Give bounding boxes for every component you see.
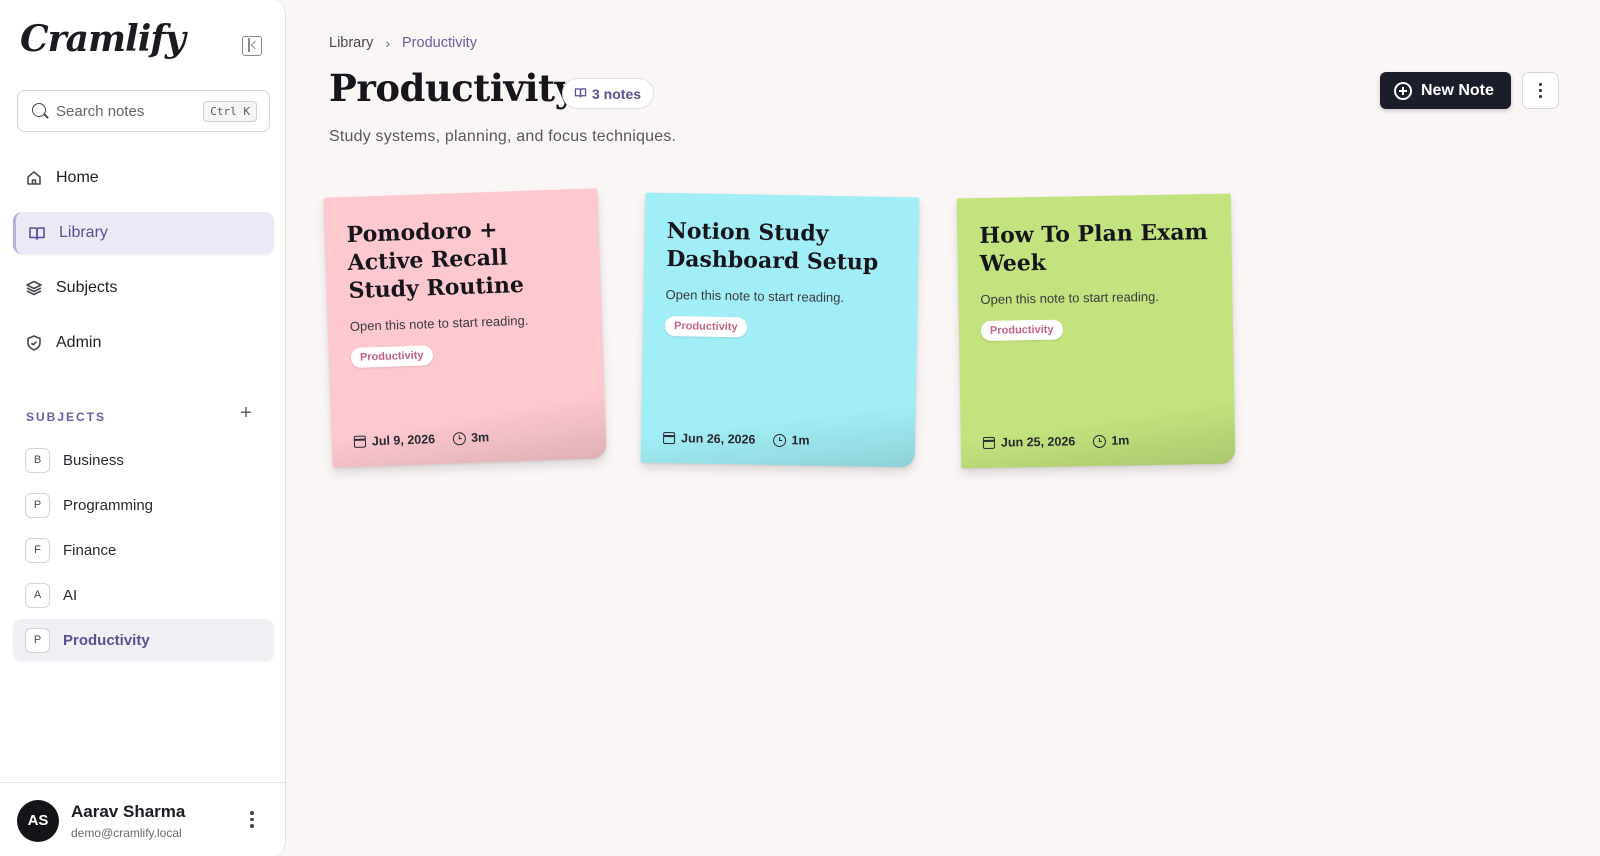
page-title: Productivity [329,66,576,110]
page-subtitle: Study systems, planning, and focus techn… [329,128,677,145]
plus-circle-icon [1394,81,1412,100]
subject-label: Programming [63,496,154,514]
subject-label: Finance [63,541,117,559]
note-date: Jun 25, 2026 [1000,434,1076,450]
book-open-icon [574,86,587,102]
subject-initial-badge: P [25,627,50,653]
note-tag[interactable]: Productivity [350,345,433,368]
app-logo[interactable]: Cramlify [20,18,186,60]
clock-icon [1093,434,1107,448]
search-box[interactable]: Ctrl K [17,90,270,132]
note-meta: Jul 9, 2026 3m [353,430,508,449]
nav-item-subjects[interactable]: Subjects [13,267,274,309]
new-note-label: New Note [1421,81,1494,99]
note-excerpt: Open this note to start reading. [665,286,845,306]
chevron-right-icon: › [385,35,390,51]
subject-label: AI [63,586,78,604]
search-icon [32,103,46,117]
subject-initial-badge: P [25,492,50,518]
note-meta: Jun 25, 2026 1m [982,433,1148,450]
search-shortcut-hint: Ctrl K [203,101,257,122]
subject-item-productivity[interactable]: P Productivity [13,619,274,661]
nav-item-home[interactable]: Home [13,157,274,199]
breadcrumb: Library › Productivity [329,35,477,51]
nav-item-label: Subjects [56,279,118,296]
note-card-exam-week[interactable]: How To Plan Exam Week Open this note to … [956,193,1236,469]
note-excerpt: Open this note to start reading. [349,312,529,335]
note-read-time: 1m [791,433,810,448]
subject-initial-badge: A [25,582,50,608]
subject-initial-badge: F [25,537,50,563]
subject-item-programming[interactable]: P Programming [13,484,274,526]
user-footer: AS Aarav Sharma demo@cramlify.local [0,782,285,856]
subject-label: Business [63,451,124,469]
note-tag[interactable]: Productivity [980,319,1063,342]
nav-item-label: Library [59,224,108,241]
breadcrumb-library-link[interactable]: Library [329,35,373,51]
shield-icon [25,334,43,352]
note-count-badge: 3 notes [562,78,655,109]
note-tag[interactable]: Productivity [664,315,747,338]
note-card-pomodoro[interactable]: Pomodoro + Active Recall Study Routine O… [323,188,607,468]
clock-icon [452,431,467,445]
calendar-icon [662,431,676,445]
nav-item-library[interactable]: Library [13,212,274,254]
calendar-icon [982,436,996,449]
nav-item-label: Home [56,169,99,186]
note-date: Jun 26, 2026 [680,431,756,447]
note-date: Jul 9, 2026 [371,432,436,449]
note-title: Notion Study Dashboard Setup [665,218,879,276]
user-menu-more-icon[interactable] [244,811,260,831]
search-input[interactable] [56,101,206,121]
subject-item-business[interactable]: B Business [13,439,274,481]
note-card-notion[interactable]: Notion Study Dashboard Setup Open this n… [640,192,920,468]
clock-icon [773,433,787,447]
subject-initial-badge: B [25,447,50,473]
nav-item-admin[interactable]: Admin [13,322,274,364]
note-excerpt: Open this note to start reading. [980,288,1160,308]
note-read-time: 3m [470,430,490,445]
collapse-sidebar-icon[interactable] [242,36,262,56]
note-count-label: 3 notes [592,85,642,102]
avatar[interactable]: AS [17,800,59,842]
user-email: demo@cramlify.local [71,826,182,840]
subject-item-ai[interactable]: A AI [13,574,274,616]
home-icon [25,169,43,187]
more-options-icon[interactable] [1522,72,1559,109]
user-name: Aarav Sharma [71,802,186,821]
breadcrumb-current: Productivity [402,35,477,51]
subject-item-finance[interactable]: F Finance [13,529,274,571]
nav-item-label: Admin [56,334,102,351]
sidebar: Cramlify Ctrl K Home Library Subjects Ad… [0,0,286,856]
subject-label: Productivity [63,631,150,649]
note-title: How To Plan Exam Week [979,219,1208,278]
book-open-icon [28,224,46,242]
subjects-section-title: SUBJECTS [26,410,107,424]
note-meta: Jun 26, 2026 1m [662,431,828,448]
add-subject-button[interactable]: + [237,402,255,425]
note-read-time: 1m [1111,433,1130,448]
calendar-icon [353,435,367,448]
new-note-button[interactable]: New Note [1380,72,1511,109]
note-title: Pomodoro + Active Recall Study Routine [346,216,525,305]
layers-icon [25,279,43,297]
